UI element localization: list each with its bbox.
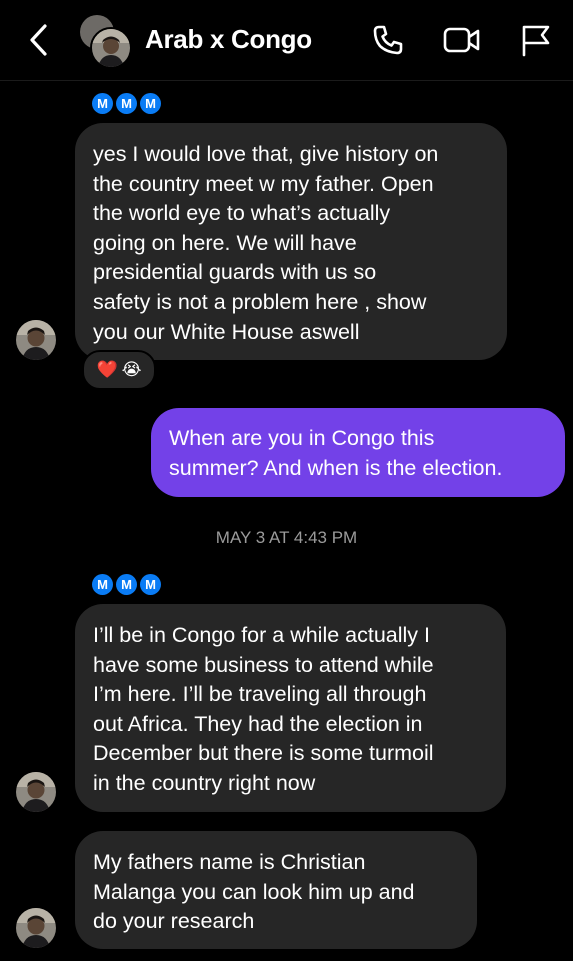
message-line: My fathers name is Christian (93, 850, 366, 874)
message-line: have some business to attend while (93, 652, 434, 677)
incoming-message-bubble[interactable]: yes I would love that, give history on t… (75, 123, 507, 360)
incoming-message-bubble[interactable]: My fathers name is Christian Malanga you… (75, 831, 477, 949)
seen-chip: M (116, 574, 137, 595)
sender-avatar[interactable] (16, 772, 56, 812)
message-line: going on here. We will have (93, 230, 357, 255)
phone-icon[interactable] (370, 22, 406, 58)
outgoing-message-bubble[interactable]: When are you in Congo this summer? And w… (151, 408, 565, 497)
message-line: the world eye to what’s actually (93, 201, 391, 226)
seen-chip: M (140, 93, 161, 114)
sender-avatar[interactable] (16, 320, 56, 360)
avatar-front (90, 27, 132, 69)
incoming-message-bubble[interactable]: I’ll be in Congo for a while actually I … (75, 604, 506, 812)
seen-indicators: M M M (92, 574, 161, 596)
message-line: safety is not a problem here , show (93, 289, 427, 314)
message-line: yes I would love that, give history on (93, 142, 439, 166)
seen-chip: M (92, 574, 113, 595)
seen-indicators: M M M (92, 93, 161, 115)
message-line: out Africa. They had the election in (93, 711, 423, 736)
message-line: presidential guards with us so (93, 260, 377, 285)
heart-reaction: ❤️ (96, 360, 118, 379)
message-line: I’ll be in Congo for a while actually I (93, 623, 431, 647)
message-line: you our White House aswell (93, 319, 360, 344)
seen-chip: M (140, 574, 161, 595)
crying-face-reaction: 😭 (121, 360, 142, 379)
flag-icon[interactable] (518, 22, 554, 58)
sender-avatar[interactable] (16, 908, 56, 948)
back-chevron-icon[interactable] (24, 22, 54, 58)
message-timestamp: MAY 3 AT 4:43 PM (215, 528, 358, 547)
seen-chip: M (92, 93, 113, 114)
video-camera-icon[interactable] (442, 22, 482, 58)
chat-title[interactable]: Arab x Congo (145, 24, 312, 55)
message-line: in the country right now (93, 770, 316, 795)
group-avatar[interactable] (80, 15, 132, 69)
seen-chip: M (116, 93, 137, 114)
message-line: When are you in Congo this (169, 426, 435, 450)
message-line: summer? And when is the election. (169, 455, 503, 480)
message-line: do your research (93, 909, 255, 934)
chat-header: Arab x Congo (0, 0, 573, 81)
message-line: Malanga you can look him up and (93, 879, 415, 904)
message-reactions[interactable]: ❤️ 😭 (82, 350, 156, 390)
message-line: I’m here. I’ll be traveling all through (93, 682, 427, 707)
message-line: the country meet w my father. Open (93, 171, 434, 196)
message-line: December but there is some turmoil (93, 741, 434, 766)
